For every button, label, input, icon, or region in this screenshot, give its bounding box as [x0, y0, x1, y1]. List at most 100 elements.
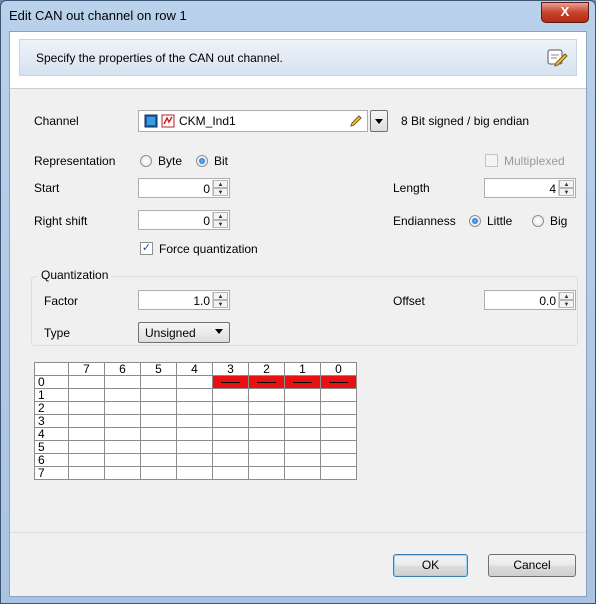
grid-cell[interactable] — [212, 375, 249, 389]
grid-cell[interactable] — [284, 414, 321, 428]
up-arrow-icon[interactable]: ▲ — [213, 292, 228, 300]
grid-cell[interactable] — [284, 375, 321, 389]
down-arrow-icon[interactable]: ▼ — [213, 300, 228, 308]
grid-cell[interactable] — [284, 427, 321, 441]
grid-cell[interactable] — [284, 388, 321, 402]
grid-cell[interactable] — [68, 427, 105, 441]
factor-input[interactable]: 1.0 ▲ ▼ — [138, 290, 230, 310]
channel-field[interactable]: CKM_Ind1 — [138, 110, 368, 132]
grid-cell[interactable] — [104, 427, 141, 441]
grid-cell[interactable] — [176, 388, 213, 402]
grid-cell[interactable] — [68, 466, 105, 480]
up-arrow-icon[interactable]: ▲ — [213, 212, 228, 220]
radio-bit[interactable] — [196, 155, 208, 167]
grid-cell[interactable] — [140, 375, 177, 389]
grid-cell[interactable] — [104, 401, 141, 415]
grid-cell[interactable] — [68, 453, 105, 467]
right-shift-spinner[interactable]: ▲ ▼ — [212, 212, 228, 228]
grid-cell[interactable] — [212, 414, 249, 428]
grid-cell[interactable] — [104, 440, 141, 454]
cancel-button[interactable]: Cancel — [488, 554, 576, 577]
grid-cell[interactable] — [212, 427, 249, 441]
grid-cell[interactable] — [212, 466, 249, 480]
grid-row-header: 4 — [34, 427, 69, 441]
grid-cell[interactable] — [212, 453, 249, 467]
grid-cell[interactable] — [140, 427, 177, 441]
pencil-icon[interactable] — [349, 114, 363, 128]
start-input[interactable]: 0 ▲ ▼ — [138, 178, 230, 198]
grid-cell[interactable] — [212, 388, 249, 402]
grid-cell[interactable] — [284, 453, 321, 467]
grid-cell[interactable] — [320, 401, 357, 415]
close-button[interactable]: X — [541, 2, 589, 23]
grid-cell[interactable] — [248, 375, 285, 389]
grid-cell[interactable] — [104, 388, 141, 402]
grid-cell[interactable] — [320, 440, 357, 454]
grid-cell[interactable] — [212, 401, 249, 415]
grid-cell[interactable] — [248, 453, 285, 467]
up-arrow-icon[interactable]: ▲ — [559, 180, 574, 188]
grid-cell[interactable] — [320, 375, 357, 389]
offset-spinner[interactable]: ▲ ▼ — [558, 292, 574, 308]
grid-cell[interactable] — [320, 388, 357, 402]
grid-cell[interactable] — [104, 375, 141, 389]
grid-cell[interactable] — [176, 453, 213, 467]
grid-cell[interactable] — [68, 388, 105, 402]
grid-cell[interactable] — [140, 414, 177, 428]
radio-big[interactable] — [532, 215, 544, 227]
header-text: Specify the properties of the CAN out ch… — [36, 51, 283, 65]
grid-cell[interactable] — [176, 401, 213, 415]
grid-cell[interactable] — [320, 414, 357, 428]
grid-cell[interactable] — [140, 401, 177, 415]
grid-cell[interactable] — [104, 453, 141, 467]
grid-cell[interactable] — [140, 466, 177, 480]
grid-cell[interactable] — [248, 466, 285, 480]
start-spinner[interactable]: ▲ ▼ — [212, 180, 228, 196]
grid-cell[interactable] — [68, 401, 105, 415]
grid-cell[interactable] — [140, 453, 177, 467]
grid-cell[interactable] — [248, 414, 285, 428]
grid-cell[interactable] — [68, 414, 105, 428]
grid-cell[interactable] — [320, 466, 357, 480]
grid-cell[interactable] — [176, 440, 213, 454]
grid-cell[interactable] — [248, 388, 285, 402]
radio-byte[interactable] — [140, 155, 152, 167]
offset-input[interactable]: 0.0 ▲ ▼ — [484, 290, 576, 310]
down-arrow-icon[interactable]: ▼ — [213, 188, 228, 196]
grid-cell[interactable] — [320, 453, 357, 467]
grid-row-header: 0 — [34, 375, 69, 389]
right-shift-input[interactable]: 0 ▲ ▼ — [138, 210, 230, 230]
down-arrow-icon[interactable]: ▼ — [213, 220, 228, 228]
grid-cell[interactable] — [104, 414, 141, 428]
force-quantization-checkbox[interactable]: ✓ — [140, 242, 153, 255]
grid-cell[interactable] — [176, 375, 213, 389]
ok-button[interactable]: OK — [393, 554, 468, 577]
grid-cell[interactable] — [176, 427, 213, 441]
grid-cell[interactable] — [248, 427, 285, 441]
multiplexed-checkbox[interactable] — [485, 154, 498, 167]
type-dropdown[interactable]: Unsigned — [138, 322, 230, 343]
down-arrow-icon[interactable]: ▼ — [559, 300, 574, 308]
factor-spinner[interactable]: ▲ ▼ — [212, 292, 228, 308]
length-input[interactable]: 4 ▲ ▼ — [484, 178, 576, 198]
grid-cell[interactable] — [104, 466, 141, 480]
grid-cell[interactable] — [68, 375, 105, 389]
channel-dropdown-button[interactable] — [370, 110, 388, 132]
up-arrow-icon[interactable]: ▲ — [559, 292, 574, 300]
grid-cell[interactable] — [68, 440, 105, 454]
up-arrow-icon[interactable]: ▲ — [213, 180, 228, 188]
length-spinner[interactable]: ▲ ▼ — [558, 180, 574, 196]
grid-cell[interactable] — [140, 440, 177, 454]
grid-cell[interactable] — [176, 414, 213, 428]
down-arrow-icon[interactable]: ▼ — [559, 188, 574, 196]
grid-cell[interactable] — [284, 466, 321, 480]
grid-cell[interactable] — [284, 401, 321, 415]
grid-cell[interactable] — [140, 388, 177, 402]
grid-cell[interactable] — [248, 440, 285, 454]
grid-cell[interactable] — [212, 440, 249, 454]
grid-cell[interactable] — [320, 427, 357, 441]
radio-little[interactable] — [469, 215, 481, 227]
grid-cell[interactable] — [284, 440, 321, 454]
grid-cell[interactable] — [176, 466, 213, 480]
grid-cell[interactable] — [248, 401, 285, 415]
